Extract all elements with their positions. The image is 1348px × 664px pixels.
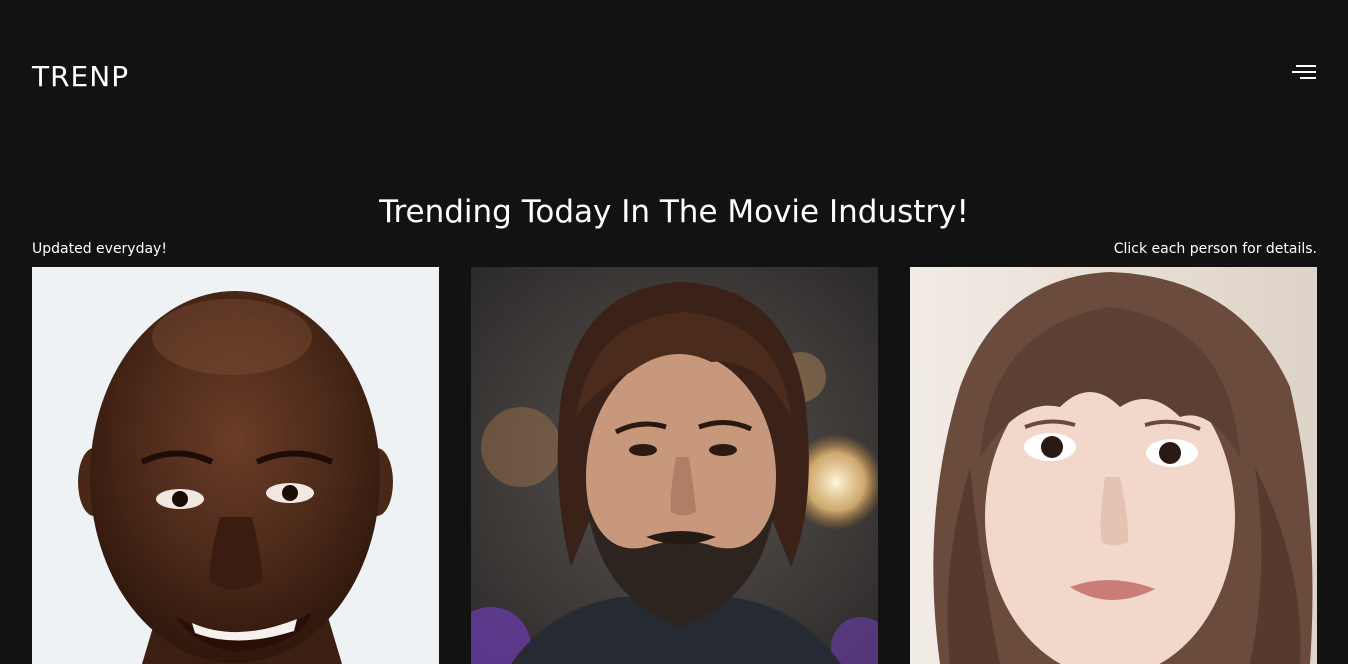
portrait-photo (910, 267, 1317, 664)
site-logo[interactable]: TRENP (32, 60, 129, 94)
update-note: Updated everyday! (32, 241, 167, 257)
hamburger-menu-icon[interactable] (1290, 63, 1320, 89)
top-bar: TRENP (0, 0, 1348, 140)
portrait-photo (32, 267, 439, 664)
portrait-photo (471, 267, 878, 664)
person-card[interactable] (471, 267, 878, 664)
instruction-note: Click each person for details. (1113, 241, 1317, 257)
page-title: Trending Today In The Movie Industry! (379, 193, 969, 230)
person-card[interactable] (32, 267, 439, 664)
person-card[interactable] (910, 267, 1317, 664)
